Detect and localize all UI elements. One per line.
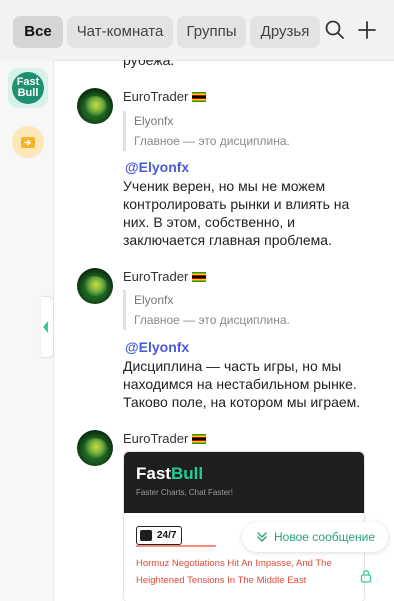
chevron-left-icon xyxy=(43,321,49,333)
quoted-message[interactable]: Elyonfx Главное — это дисциплина. xyxy=(123,290,354,330)
tab-chat-room[interactable]: Чат-комната xyxy=(67,16,173,48)
chat-item-folder[interactable] xyxy=(8,122,48,162)
card-divider xyxy=(136,545,216,547)
zimbabwe-flag-icon xyxy=(192,92,207,102)
avatar[interactable] xyxy=(77,430,113,466)
lock-icon[interactable] xyxy=(360,569,372,583)
quoted-author: Elyonfx xyxy=(134,293,174,307)
news-badge: 24/7 xyxy=(136,526,183,545)
new-message-button[interactable]: Новое сообщение xyxy=(242,522,388,552)
folder-icon xyxy=(12,126,44,158)
message-text: Ученик верен, но мы не можем контролиров… xyxy=(123,178,350,248)
double-chevron-down-icon xyxy=(257,532,267,542)
message-author[interactable]: EuroTrader xyxy=(123,431,207,446)
tab-groups[interactable]: Группы xyxy=(177,16,246,48)
quoted-message[interactable]: Elyonfx Главное — это дисциплина. xyxy=(123,111,354,151)
avatar[interactable] xyxy=(77,88,113,124)
avatar[interactable] xyxy=(77,268,113,304)
fastbull-wordmark: FastBull xyxy=(136,464,204,483)
message-author[interactable]: EuroTrader xyxy=(123,269,207,284)
quoted-text: Главное — это дисциплина. xyxy=(134,313,290,327)
chat-messages[interactable]: рубежа. EuroTrader Elyonfx Главное — это… xyxy=(53,60,394,601)
chat-item-fastbull[interactable]: Fast Bull xyxy=(8,68,48,108)
tab-all[interactable]: Все xyxy=(13,16,63,48)
mention-link[interactable]: @Elyonfx xyxy=(125,159,189,175)
fastbull-logo: Fast Bull xyxy=(12,72,44,104)
card-banner: FastBull Faster Charts, Chat Faster! xyxy=(124,452,364,513)
tab-friends[interactable]: Друзья xyxy=(250,16,320,48)
plus-icon[interactable] xyxy=(355,18,379,42)
message-author[interactable]: EuroTrader xyxy=(123,89,207,104)
zimbabwe-flag-icon xyxy=(192,434,207,444)
mention-link[interactable]: @Elyonfx xyxy=(125,339,189,355)
message-text: Дисциплина — часть игры, но мы находимся… xyxy=(123,358,361,410)
quoted-author: Elyonfx xyxy=(134,114,174,128)
quoted-text: Главное — это дисциплина. xyxy=(134,134,290,148)
news-headline: Hormuz Negotiations Hit An Impasse, And … xyxy=(136,558,332,586)
card-tagline: Faster Charts, Chat Faster! xyxy=(136,488,233,497)
message-text-fragment: рубежа. xyxy=(123,60,175,68)
top-bar: Все Чат-комната Группы Друзья xyxy=(0,0,394,61)
new-message-label: Новое сообщение xyxy=(274,530,376,544)
zimbabwe-flag-icon xyxy=(192,272,207,282)
search-icon[interactable] xyxy=(323,18,347,42)
